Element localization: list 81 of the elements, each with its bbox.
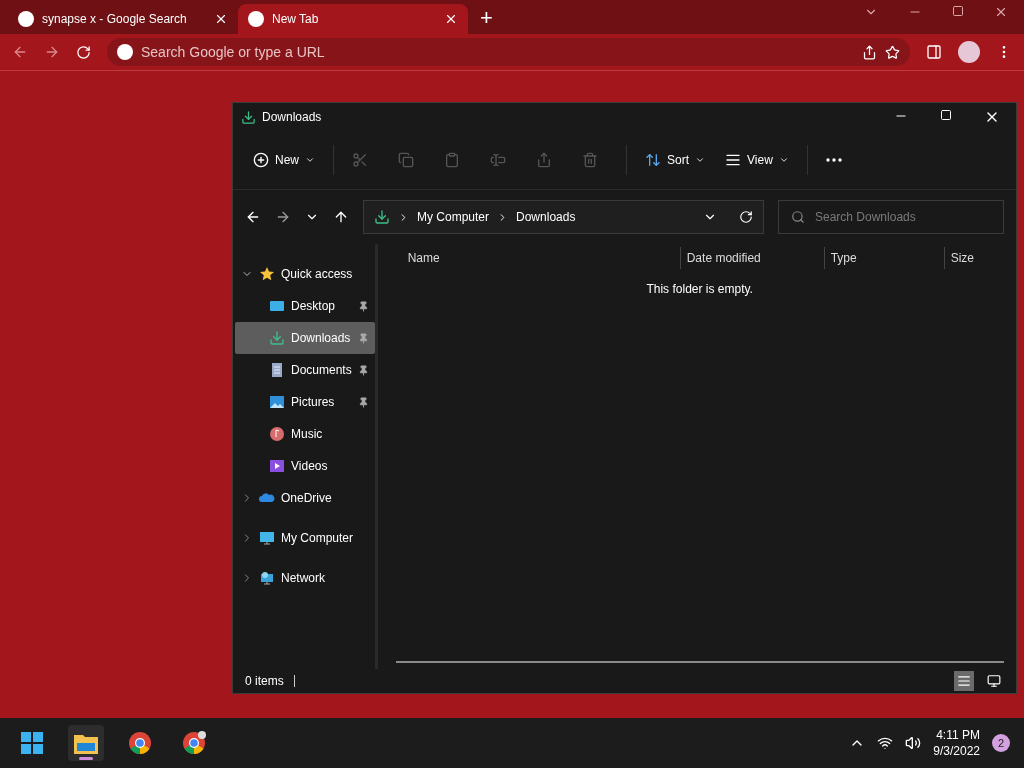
- bookmark-icon[interactable]: [885, 44, 900, 60]
- search-box[interactable]: Search Downloads: [778, 200, 1004, 234]
- folder-item[interactable]: Videos: [235, 450, 375, 482]
- new-icon: [253, 152, 269, 168]
- folder-item[interactable]: My Computer: [235, 522, 375, 554]
- volume-icon[interactable]: [905, 735, 922, 751]
- view-icon: [725, 152, 742, 168]
- sort-button[interactable]: Sort: [637, 144, 714, 176]
- download-icon: [269, 330, 285, 346]
- refresh-icon[interactable]: [739, 210, 753, 224]
- column-header[interactable]: Type: [823, 247, 944, 269]
- paste-icon: [444, 152, 460, 168]
- cut-icon: [352, 152, 368, 168]
- address-bar[interactable]: My Computer Downloads: [363, 200, 764, 234]
- share-icon: [536, 152, 552, 168]
- videos-icon: [269, 458, 285, 474]
- side-panel-icon[interactable]: [926, 44, 942, 60]
- folder-item[interactable]: Quick access: [235, 258, 375, 290]
- tiles-icon: [987, 674, 1001, 688]
- folder-icon[interactable]: [74, 732, 98, 754]
- folder-item[interactable]: OneDrive: [235, 482, 375, 514]
- details-view-button[interactable]: [954, 671, 974, 691]
- clock[interactable]: 4:11 PM 9/3/2022: [933, 727, 980, 759]
- selected-folder-item[interactable]: Downloads: [235, 322, 375, 354]
- computer-icon: [259, 530, 275, 546]
- copy-icon: [398, 152, 414, 168]
- folder-item[interactable]: Pictures: [235, 386, 375, 418]
- windows-icon[interactable]: [21, 732, 43, 754]
- folder-item[interactable]: Network: [235, 562, 375, 594]
- download-icon: [241, 109, 256, 125]
- document-icon: [269, 362, 285, 378]
- forward-icon[interactable]: [44, 44, 60, 60]
- close-tab-icon[interactable]: [214, 12, 228, 26]
- tab-favicon: [248, 11, 264, 27]
- reload-icon[interactable]: [76, 44, 91, 60]
- search-field[interactable]: Search Downloads: [815, 203, 991, 231]
- browser-tab[interactable]: synapse x - Google Search: [8, 4, 238, 34]
- details-icon: [957, 674, 971, 688]
- more-icon: [825, 158, 842, 162]
- empty-message: This folder is empty.: [645, 282, 754, 296]
- column-header[interactable]: Size: [943, 247, 1022, 269]
- delete-icon: [582, 152, 598, 168]
- folder-item[interactable]: Desktop: [235, 290, 375, 322]
- folder-item[interactable]: Documents: [235, 354, 375, 386]
- star-icon: [259, 266, 275, 282]
- pictures-icon: [269, 394, 285, 410]
- download-icon: [374, 209, 390, 225]
- caret-icon: [778, 155, 789, 165]
- chrome-icon[interactable]: [182, 731, 206, 755]
- address-bar[interactable]: Search Google or type a URL: [107, 38, 910, 66]
- forward-icon[interactable]: [275, 209, 291, 225]
- search-icon: [791, 210, 805, 224]
- music-icon: [269, 426, 285, 442]
- chrome-icon[interactable]: [128, 731, 152, 755]
- column-header[interactable]: Name: [407, 247, 680, 269]
- rename-icon: [490, 152, 506, 168]
- notification-badge[interactable]: 2: [992, 734, 1010, 752]
- maximize-icon[interactable]: [940, 109, 952, 121]
- profile-avatar[interactable]: [958, 41, 980, 63]
- new-button[interactable]: New: [245, 144, 323, 176]
- folder-item[interactable]: Music: [235, 418, 375, 450]
- caret-icon: [305, 155, 315, 165]
- address-placeholder: Search Google or type a URL: [141, 44, 326, 60]
- browser-tab[interactable]: New Tab: [238, 4, 468, 34]
- view-button[interactable]: View: [717, 144, 797, 176]
- share-icon[interactable]: [862, 44, 877, 60]
- breadcrumb-item[interactable]: Downloads: [516, 210, 576, 224]
- sort-icon: [645, 152, 661, 168]
- tab-favicon: [18, 11, 34, 27]
- scrollbar[interactable]: [395, 661, 1004, 663]
- column-header[interactable]: Date modified: [679, 247, 824, 269]
- window-title: Downloads: [262, 110, 323, 124]
- back-icon[interactable]: [245, 209, 261, 225]
- item-count: 0 items: [245, 674, 284, 688]
- up-icon[interactable]: [333, 209, 349, 225]
- caret-icon: [695, 155, 706, 165]
- new-tab-button[interactable]: +: [480, 5, 493, 31]
- restore-icon[interactable]: [952, 5, 964, 17]
- desktop-icon: [269, 298, 285, 314]
- breadcrumb-item[interactable]: My Computer: [417, 210, 490, 224]
- close-tab-icon[interactable]: [444, 12, 458, 26]
